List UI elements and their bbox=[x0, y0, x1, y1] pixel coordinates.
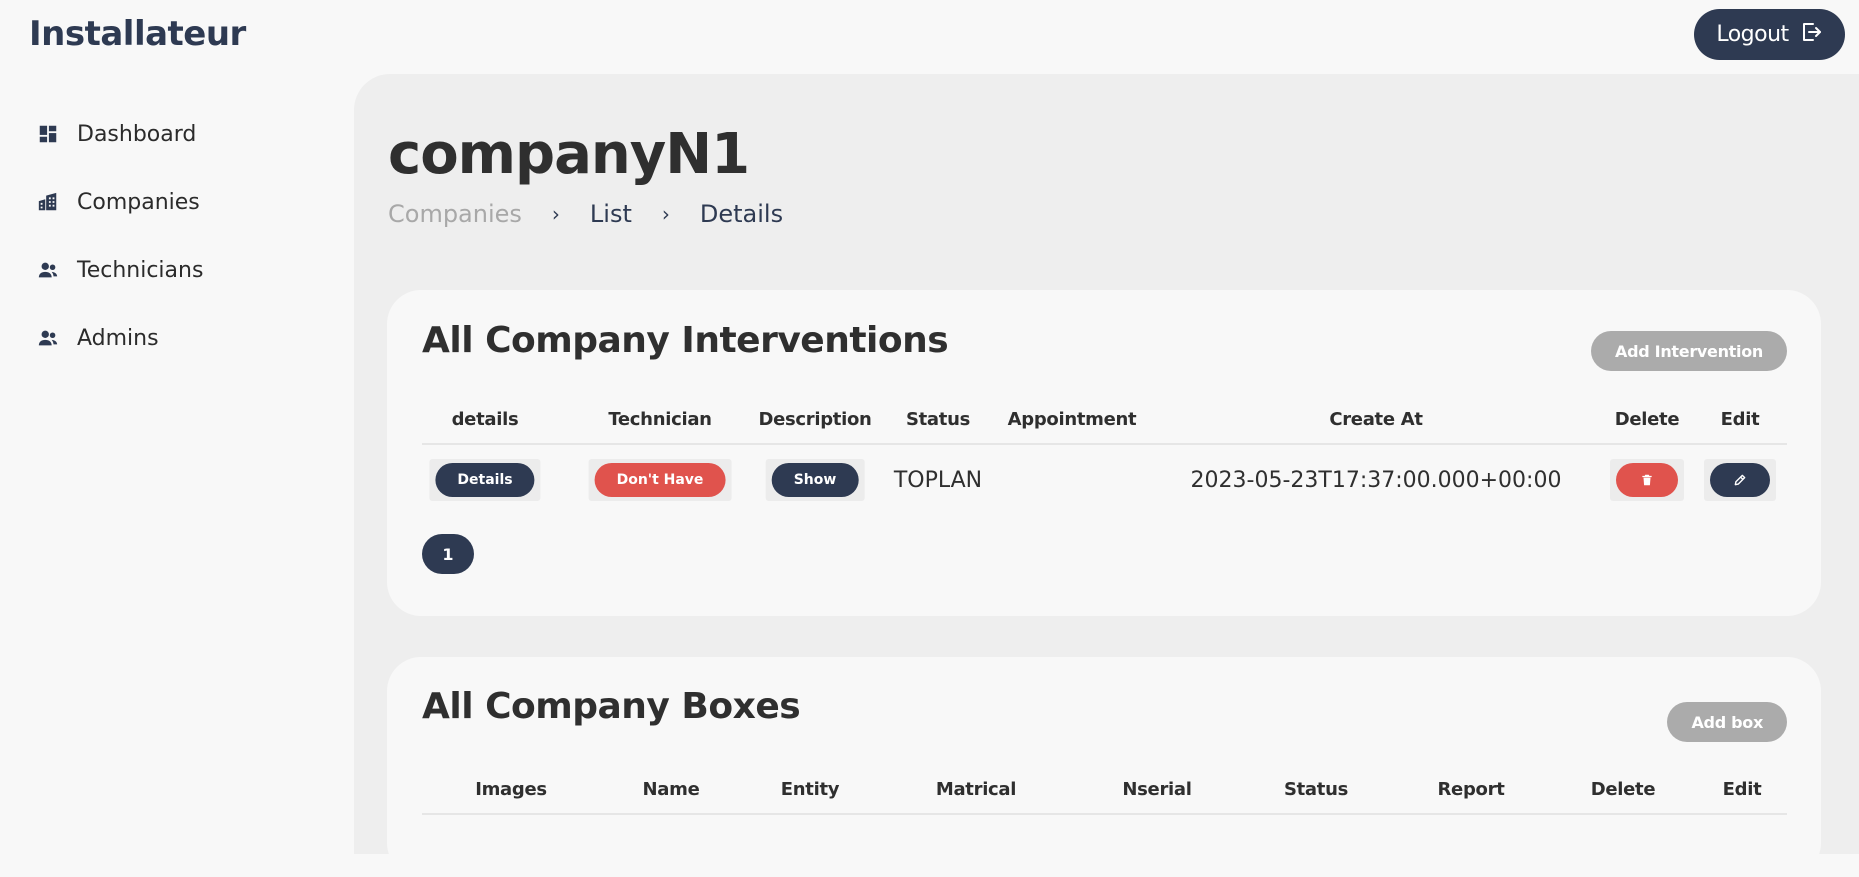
breadcrumb-details: Details bbox=[699, 200, 784, 228]
chevron-right-icon: › bbox=[551, 202, 560, 226]
main-content: companyN1 Companies › List › Details All… bbox=[354, 74, 1859, 877]
add-intervention-button[interactable]: Add Intervention bbox=[1591, 331, 1787, 371]
edit-cell bbox=[1704, 445, 1776, 515]
details-button[interactable]: Details bbox=[435, 463, 535, 497]
sidebar-item-dashboard[interactable]: Dashboard bbox=[0, 100, 350, 168]
column-header-status: Status bbox=[905, 408, 971, 430]
logout-icon bbox=[1799, 20, 1823, 50]
delete-button[interactable] bbox=[1616, 463, 1678, 497]
sidebar-item-label: Dashboard bbox=[77, 121, 197, 147]
interventions-table-header: details Technician Description Status Ap… bbox=[422, 395, 1787, 445]
sidebar: Dashboard Companies Technicians Admins bbox=[0, 100, 350, 372]
sidebar-item-label: Technicians bbox=[77, 257, 204, 283]
table-row: Details Don't Have Show TOPLAN 2023-05-2… bbox=[422, 445, 1787, 515]
edit-button[interactable] bbox=[1710, 463, 1770, 497]
column-header-nserial: Nserial bbox=[1122, 778, 1192, 800]
trash-icon bbox=[1642, 474, 1652, 486]
status-value: TOPLAN bbox=[893, 467, 983, 493]
sidebar-item-label: Admins bbox=[77, 325, 159, 351]
users-icon bbox=[37, 259, 59, 281]
column-header-details: details bbox=[451, 408, 519, 430]
page-title: companyN1 bbox=[388, 122, 750, 187]
pencil-icon bbox=[1734, 474, 1746, 486]
technician-cell: Don't Have bbox=[588, 445, 732, 515]
details-cell: Details bbox=[429, 445, 541, 515]
delete-cell bbox=[1610, 445, 1684, 515]
interventions-card: All Company Interventions Add Interventi… bbox=[387, 290, 1821, 616]
sidebar-item-technicians[interactable]: Technicians bbox=[0, 236, 350, 304]
column-header-report: Report bbox=[1437, 778, 1505, 800]
create-at-cell: 2023-05-23T17:37:00.000+00:00 bbox=[1191, 445, 1562, 515]
pagination-page-button[interactable]: 1 bbox=[422, 534, 474, 574]
add-box-button[interactable]: Add box bbox=[1667, 702, 1787, 742]
logout-button[interactable]: Logout bbox=[1694, 9, 1845, 60]
breadcrumb-companies[interactable]: Companies bbox=[388, 200, 522, 228]
boxes-table-header: Images Name Entity Matrical Nserial Stat… bbox=[422, 765, 1787, 815]
column-header-name: Name bbox=[642, 778, 700, 800]
column-header-matrical: Matrical bbox=[935, 778, 1017, 800]
sidebar-item-admins[interactable]: Admins bbox=[0, 304, 350, 372]
dashboard-icon bbox=[37, 123, 59, 145]
interventions-title: All Company Interventions bbox=[422, 320, 949, 361]
sidebar-item-companies[interactable]: Companies bbox=[0, 168, 350, 236]
column-header-delete: Delete bbox=[1614, 408, 1680, 430]
boxes-title: All Company Boxes bbox=[422, 686, 801, 727]
create-at-value: 2023-05-23T17:37:00.000+00:00 bbox=[1190, 467, 1562, 493]
sidebar-item-label: Companies bbox=[77, 189, 200, 215]
status-cell: TOPLAN bbox=[894, 445, 982, 515]
breadcrumb: Companies › List › Details bbox=[388, 200, 783, 228]
technician-status-button[interactable]: Don't Have bbox=[594, 463, 726, 497]
column-header-appointment: Appointment bbox=[1007, 408, 1137, 430]
column-header-status: Status bbox=[1283, 778, 1349, 800]
logout-label: Logout bbox=[1716, 22, 1789, 47]
column-header-description: Description bbox=[758, 408, 872, 430]
show-description-button[interactable]: Show bbox=[771, 463, 859, 497]
breadcrumb-list[interactable]: List bbox=[590, 200, 632, 228]
description-cell: Show bbox=[765, 445, 865, 515]
column-header-edit: Edit bbox=[1720, 408, 1760, 430]
building-icon bbox=[37, 191, 59, 213]
column-header-create-at: Create At bbox=[1329, 408, 1423, 430]
app-title: Installateur bbox=[29, 14, 246, 54]
column-header-edit: Edit bbox=[1722, 778, 1762, 800]
column-header-entity: Entity bbox=[780, 778, 840, 800]
column-header-delete: Delete bbox=[1590, 778, 1656, 800]
users-icon bbox=[37, 327, 59, 349]
column-header-images: Images bbox=[475, 778, 547, 800]
column-header-technician: Technician bbox=[608, 408, 712, 430]
chevron-right-icon: › bbox=[661, 202, 670, 226]
boxes-card: All Company Boxes Add box Images Name En… bbox=[387, 657, 1821, 877]
